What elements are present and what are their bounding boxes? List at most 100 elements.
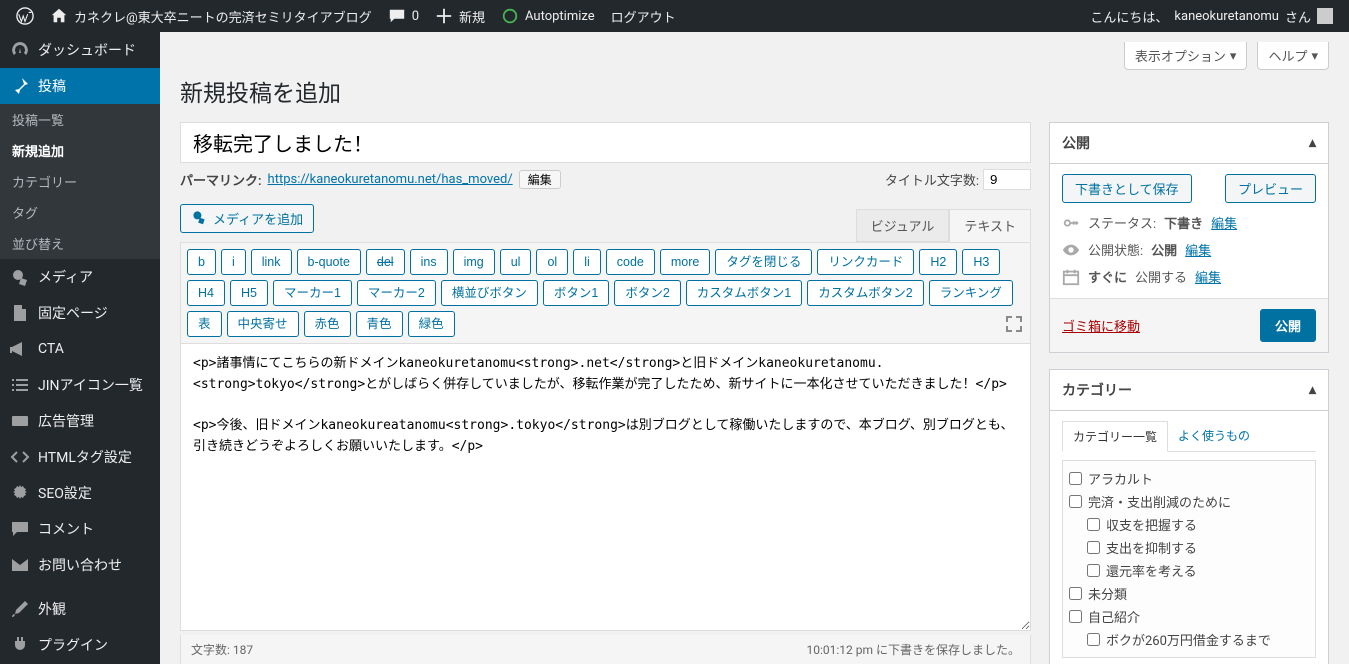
- quicktag-表[interactable]: 表: [187, 311, 222, 337]
- autoptimize-link[interactable]: Autoptimize: [493, 0, 603, 32]
- sidebar-item-comments[interactable]: コメント: [0, 511, 160, 547]
- quicktag-マーカー1[interactable]: マーカー1: [273, 280, 352, 306]
- category-checkbox[interactable]: [1087, 541, 1100, 554]
- sidebar-item-jin-icons[interactable]: JINアイコン一覧: [0, 367, 160, 403]
- preview-button[interactable]: プレビュー: [1225, 174, 1316, 203]
- sidebar-sub-reorder[interactable]: 並び替え: [0, 228, 160, 259]
- new-label: 新規: [459, 7, 485, 26]
- quicktag-緑色[interactable]: 緑色: [408, 311, 455, 337]
- category-checkbox[interactable]: [1069, 472, 1082, 485]
- quicktag-リンクカード[interactable]: リンクカード: [817, 249, 914, 275]
- sidebar-item-pages[interactable]: 固定ページ: [0, 295, 160, 331]
- logout-link[interactable]: ログアウト: [603, 0, 684, 32]
- visibility-edit-link[interactable]: 編集: [1185, 240, 1211, 259]
- sidebar-item-media[interactable]: メディア: [0, 259, 160, 295]
- category-list[interactable]: アラカルト完済・支出削減のために収支を把握する支出を抑制する還元率を考える未分類…: [1062, 460, 1316, 658]
- sidebar-label: 投稿: [38, 76, 66, 96]
- category-tab-all[interactable]: カテゴリー一覧: [1062, 421, 1168, 452]
- categories-metabox: カテゴリー▴ カテゴリー一覧 よく使うもの アラカルト完済・支出削減のために収支…: [1049, 369, 1329, 664]
- quicktag-ins[interactable]: ins: [410, 249, 448, 275]
- publish-title[interactable]: 公開▴: [1050, 123, 1328, 164]
- quicktag-タグを閉じる[interactable]: タグを閉じる: [715, 249, 812, 275]
- fullscreen-icon[interactable]: [1004, 314, 1024, 334]
- quicktag-ボタン2[interactable]: ボタン2: [614, 280, 680, 306]
- status-edit-link[interactable]: 編集: [1211, 213, 1237, 232]
- save-draft-button[interactable]: 下書きとして保存: [1062, 174, 1192, 203]
- move-to-trash-link[interactable]: ゴミ箱に移動: [1062, 316, 1140, 335]
- category-checkbox[interactable]: [1087, 633, 1100, 646]
- quicktag-ボタン1[interactable]: ボタン1: [543, 280, 609, 306]
- quicktag-中央寄せ[interactable]: 中央寄せ: [227, 311, 299, 337]
- quicktag-more[interactable]: more: [660, 249, 710, 275]
- sidebar-item-ads[interactable]: 広告管理: [0, 403, 160, 439]
- sidebar-item-seo[interactable]: SEO設定: [0, 475, 160, 511]
- sidebar-sub-tags[interactable]: タグ: [0, 197, 160, 228]
- permalink-url[interactable]: https://kaneokuretanomu.net/has_moved/: [268, 172, 513, 187]
- category-item[interactable]: アラカルト: [1069, 467, 1309, 490]
- sidebar-item-posts[interactable]: 投稿: [0, 68, 160, 104]
- sidebar-sub-new-post[interactable]: 新規追加: [0, 135, 160, 166]
- comments-link[interactable]: 0: [380, 0, 427, 32]
- quicktag-code[interactable]: code: [606, 249, 655, 275]
- quicktag-青色[interactable]: 青色: [356, 311, 403, 337]
- quicktag-H5[interactable]: H5: [230, 280, 268, 306]
- quicktag-i[interactable]: i: [221, 249, 246, 275]
- screen-options-button[interactable]: 表示オプション ▾: [1124, 42, 1248, 70]
- quicktag-ul[interactable]: ul: [500, 249, 532, 275]
- quicktag-H3[interactable]: H3: [962, 249, 1000, 275]
- permalink-edit-button[interactable]: 編集: [519, 170, 561, 189]
- sidebar-item-cta[interactable]: CTA: [0, 331, 160, 367]
- sidebar-label: 固定ページ: [38, 303, 108, 323]
- quicktag-H2[interactable]: H2: [919, 249, 957, 275]
- publish-button[interactable]: 公開: [1260, 309, 1316, 342]
- category-checkbox[interactable]: [1069, 610, 1082, 623]
- sidebar-sub-categories[interactable]: カテゴリー: [0, 166, 160, 197]
- quicktag-del[interactable]: del: [366, 249, 405, 275]
- sidebar-item-appearance[interactable]: 外観: [0, 591, 160, 627]
- quicktag-b-quote[interactable]: b-quote: [297, 249, 361, 275]
- category-checkbox[interactable]: [1087, 518, 1100, 531]
- sidebar-sub-all-posts[interactable]: 投稿一覧: [0, 104, 160, 135]
- quicktag-li[interactable]: li: [573, 249, 601, 275]
- category-item[interactable]: ボクが260万円借金するまで: [1087, 628, 1309, 651]
- wp-logo[interactable]: [8, 0, 42, 32]
- sidebar-item-contact[interactable]: お問い合わせ: [0, 547, 160, 583]
- quicktag-横並びボタン[interactable]: 横並びボタン: [441, 280, 538, 306]
- help-button[interactable]: ヘルプ ▾: [1257, 42, 1329, 70]
- quicktag-link[interactable]: link: [251, 249, 292, 275]
- category-item[interactable]: 自己紹介: [1069, 605, 1309, 628]
- category-item[interactable]: 完済・支出削減のために: [1069, 490, 1309, 513]
- sidebar-item-html-tags[interactable]: HTMLタグ設定: [0, 439, 160, 475]
- category-checkbox[interactable]: [1069, 587, 1082, 600]
- quicktag-マーカー2[interactable]: マーカー2: [357, 280, 436, 306]
- add-media-button[interactable]: メディアを追加: [180, 204, 314, 233]
- category-checkbox[interactable]: [1087, 564, 1100, 577]
- category-item[interactable]: 収支を把握する: [1087, 513, 1309, 536]
- key-icon: [1062, 214, 1080, 232]
- category-item[interactable]: 還元率を考える: [1087, 559, 1309, 582]
- site-name-link[interactable]: カネクレ@東大卒ニートの完済セミリタイアブログ: [42, 0, 380, 32]
- content-textarea[interactable]: <p>諸事情にてこちらの新ドメインkaneokuretanomu<strong>…: [180, 343, 1031, 631]
- quicktag-赤色[interactable]: 赤色: [304, 311, 351, 337]
- my-account[interactable]: こんにちは、kaneokuretanomu さん: [1082, 0, 1341, 32]
- category-tab-popular[interactable]: よく使うもの: [1168, 421, 1260, 451]
- category-item[interactable]: 支出を抑制する: [1087, 536, 1309, 559]
- quicktag-img[interactable]: img: [453, 249, 495, 275]
- categories-title[interactable]: カテゴリー▴: [1050, 370, 1328, 411]
- tab-visual[interactable]: ビジュアル: [856, 209, 950, 242]
- quicktag-H4[interactable]: H4: [187, 280, 225, 306]
- quicktag-ol[interactable]: ol: [536, 249, 568, 275]
- quicktag-b[interactable]: b: [187, 249, 216, 275]
- tab-text[interactable]: テキスト: [949, 209, 1031, 242]
- post-title-input[interactable]: [180, 122, 1031, 163]
- sidebar-item-plugins[interactable]: プラグイン: [0, 627, 160, 663]
- category-item[interactable]: 未分類: [1069, 582, 1309, 605]
- quicktag-カスタムボタン2[interactable]: カスタムボタン2: [807, 280, 923, 306]
- schedule-edit-link[interactable]: 編集: [1195, 267, 1221, 286]
- title-count-input[interactable]: [983, 169, 1031, 190]
- quicktag-カスタムボタン1[interactable]: カスタムボタン1: [686, 280, 802, 306]
- quicktag-ランキング[interactable]: ランキング: [929, 280, 1013, 306]
- category-checkbox[interactable]: [1069, 495, 1082, 508]
- sidebar-item-dashboard[interactable]: ダッシュボード: [0, 32, 160, 68]
- new-content-link[interactable]: 新規: [427, 0, 493, 32]
